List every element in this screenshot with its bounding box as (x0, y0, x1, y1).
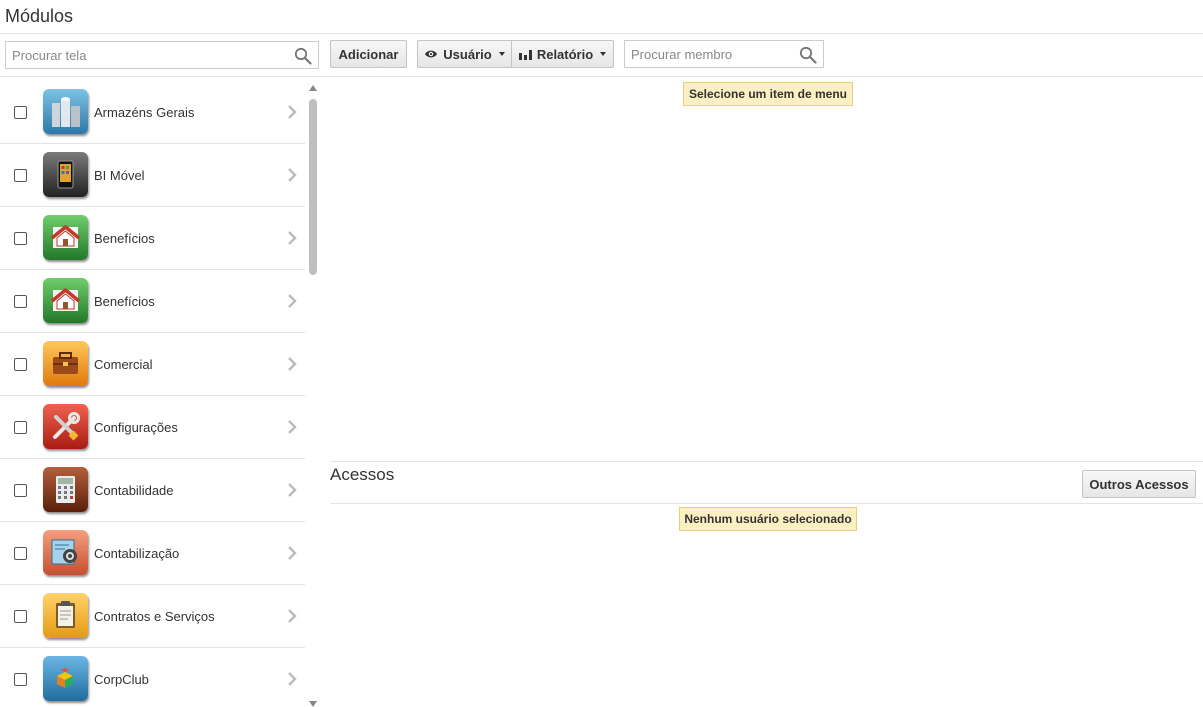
module-checkbox[interactable] (14, 232, 27, 245)
chevron-right-icon (288, 231, 297, 245)
calculator-icon (43, 467, 88, 512)
chevron-right-icon (288, 546, 297, 560)
module-list: Armazéns Gerais BI Móvel Benefícios Bene… (0, 81, 305, 707)
chevron-right-icon (288, 357, 297, 371)
list-item[interactable]: Comercial (0, 333, 305, 396)
clipboard-icon (43, 593, 88, 638)
list-item[interactable]: Configurações (0, 396, 305, 459)
menu-notice: Selecione um item de menu (683, 82, 853, 106)
scroll-up-arrow[interactable] (309, 85, 317, 91)
list-item[interactable]: Armazéns Gerais (0, 81, 305, 144)
boxes-icon (43, 656, 88, 701)
access-section-title: Acessos (330, 465, 395, 484)
screen-search-input[interactable] (6, 42, 318, 68)
user-dropdown-label: Usuário (443, 46, 492, 62)
search-icon[interactable] (799, 46, 817, 64)
member-search-box (624, 40, 824, 68)
report-dropdown-button[interactable]: Relatório (511, 40, 614, 68)
scrollbar-thumb[interactable] (309, 99, 317, 275)
module-label: BI Móvel (94, 168, 145, 183)
list-item[interactable]: CorpClub (0, 648, 305, 707)
list-item[interactable]: Contabilização (0, 522, 305, 585)
module-label: Configurações (94, 420, 178, 435)
member-search-input[interactable] (625, 41, 823, 67)
scroll-down-arrow[interactable] (309, 701, 317, 707)
house-icon (43, 278, 88, 323)
other-access-button[interactable]: Outros Acessos (1082, 470, 1196, 498)
module-checkbox[interactable] (14, 673, 27, 686)
briefcase-icon (43, 341, 88, 386)
chevron-right-icon (288, 168, 297, 182)
module-checkbox[interactable] (14, 169, 27, 182)
module-label: Contabilização (94, 546, 180, 561)
report-dropdown-label: Relatório (536, 46, 594, 62)
chevron-down-icon (498, 52, 505, 56)
warehouse-icon (43, 89, 88, 134)
access-header-divider (330, 503, 1203, 504)
module-checkbox[interactable] (14, 106, 27, 119)
module-label: Benefícios (94, 294, 155, 309)
list-item[interactable]: Contratos e Serviços (0, 585, 305, 648)
chevron-right-icon (288, 672, 297, 686)
list-item[interactable]: Contabilidade (0, 459, 305, 522)
tools-icon (43, 404, 88, 449)
module-label: Comercial (94, 357, 153, 372)
gear-document-icon (43, 530, 88, 575)
module-label: CorpClub (94, 672, 149, 687)
screen-search-box (5, 41, 319, 69)
toolbar-divider (0, 76, 1203, 77)
user-dropdown-button[interactable]: Usuário (417, 40, 512, 68)
house-icon (43, 215, 88, 260)
chevron-right-icon (288, 483, 297, 497)
access-section-divider (330, 461, 1203, 462)
module-label: Contabilidade (94, 483, 174, 498)
list-item[interactable]: Benefícios (0, 207, 305, 270)
bar-chart-icon (518, 49, 532, 60)
add-button-label: Adicionar (338, 46, 399, 62)
page-title: Módulos (5, 6, 74, 26)
mobile-phone-icon (43, 152, 88, 197)
chevron-down-icon (600, 52, 607, 56)
eye-icon (425, 50, 438, 58)
chevron-right-icon (288, 420, 297, 434)
access-notice: Nenhum usuário selecionado (679, 507, 857, 531)
chevron-right-icon (288, 294, 297, 308)
module-label: Benefícios (94, 231, 155, 246)
module-checkbox[interactable] (14, 610, 27, 623)
other-access-label: Outros Acessos (1089, 476, 1189, 492)
module-label: Armazéns Gerais (94, 105, 195, 120)
module-checkbox[interactable] (14, 421, 27, 434)
module-label: Contratos e Serviços (94, 609, 215, 624)
module-checkbox[interactable] (14, 358, 27, 371)
list-item[interactable]: Benefícios (0, 270, 305, 333)
title-divider (0, 33, 1203, 34)
list-item[interactable]: BI Móvel (0, 144, 305, 207)
module-checkbox[interactable] (14, 484, 27, 497)
chevron-right-icon (288, 105, 297, 119)
add-button[interactable]: Adicionar (330, 40, 407, 68)
chevron-right-icon (288, 609, 297, 623)
module-checkbox[interactable] (14, 295, 27, 308)
module-checkbox[interactable] (14, 547, 27, 560)
search-icon[interactable] (294, 47, 312, 65)
module-list-scrollbar[interactable] (307, 81, 319, 707)
